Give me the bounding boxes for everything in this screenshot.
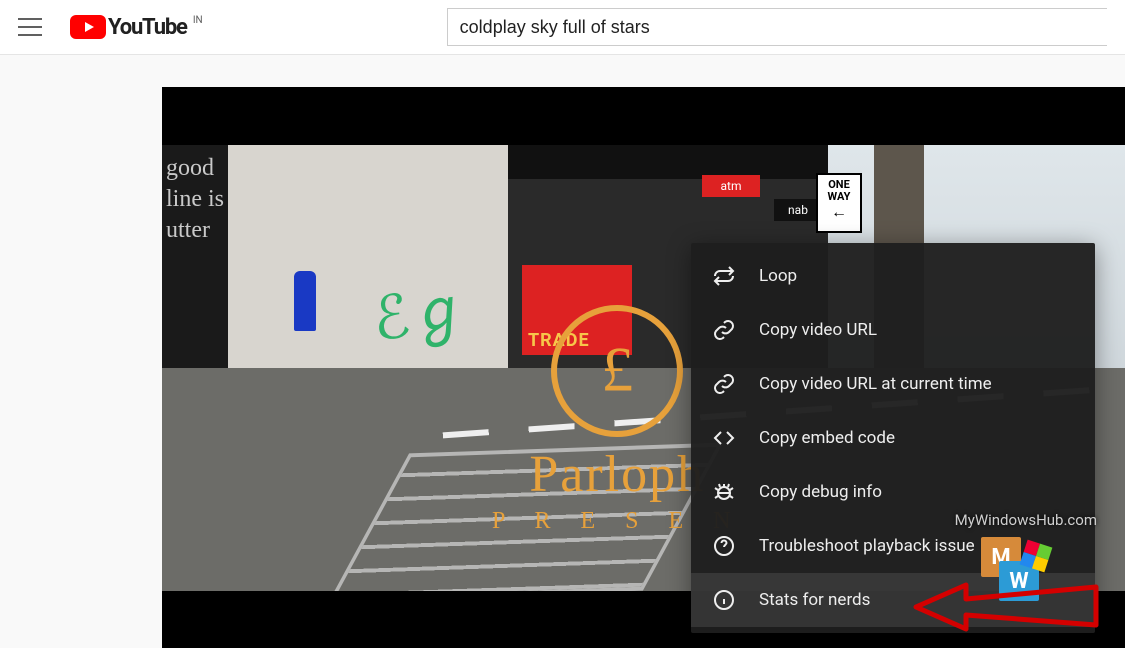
- atm-sign: atm: [702, 175, 760, 197]
- link-icon: [711, 371, 737, 397]
- youtube-logo-text: YouTube: [108, 15, 187, 40]
- chalkboard-text: good line is utter: [162, 145, 236, 368]
- video-player[interactable]: good line is utter ℰℊ TRADE atm nab ONEW…: [162, 87, 1125, 648]
- context-menu-item-copy-url-time[interactable]: Copy video URL at current time: [691, 357, 1095, 411]
- context-menu-label: Copy debug info: [759, 482, 882, 502]
- country-code: IN: [193, 15, 203, 26]
- youtube-logo[interactable]: YouTube IN: [70, 15, 187, 40]
- loop-icon: [711, 263, 737, 289]
- context-menu-item-copy-embed[interactable]: Copy embed code: [691, 411, 1095, 465]
- context-menu-label: Loop: [759, 266, 797, 286]
- context-menu-label: Troubleshoot playback issue: [759, 536, 975, 556]
- info-icon: [711, 587, 737, 613]
- graffiti: ℰℊ: [366, 259, 473, 359]
- link-icon: [711, 317, 737, 343]
- context-menu-label: Copy video URL: [759, 320, 877, 340]
- watermark-logo: M W: [981, 537, 1043, 599]
- app-header: YouTube IN: [0, 0, 1125, 55]
- search-input[interactable]: [447, 8, 1107, 46]
- parlophone-logo-icon: [551, 305, 683, 437]
- one-way-sign: ONEWAY: [816, 173, 862, 233]
- hamburger-menu-button[interactable]: [18, 15, 42, 39]
- search-bar: [447, 8, 1125, 46]
- pedestrian: [294, 271, 316, 331]
- bug-icon: [711, 479, 737, 505]
- youtube-play-icon: [70, 15, 106, 39]
- code-icon: [711, 425, 737, 451]
- context-menu-label: Copy embed code: [759, 428, 895, 448]
- context-menu-label: Copy video URL at current time: [759, 374, 992, 394]
- context-menu-item-copy-url[interactable]: Copy video URL: [691, 303, 1095, 357]
- main-stage: good line is utter ℰℊ TRADE atm nab ONEW…: [0, 55, 1125, 648]
- watermark-text: MyWindowsHub.com: [955, 511, 1097, 529]
- context-menu-item-loop[interactable]: Loop: [691, 249, 1095, 303]
- help-icon: [711, 533, 737, 559]
- nab-sign: nab: [774, 199, 822, 221]
- context-menu-label: Stats for nerds: [759, 590, 870, 610]
